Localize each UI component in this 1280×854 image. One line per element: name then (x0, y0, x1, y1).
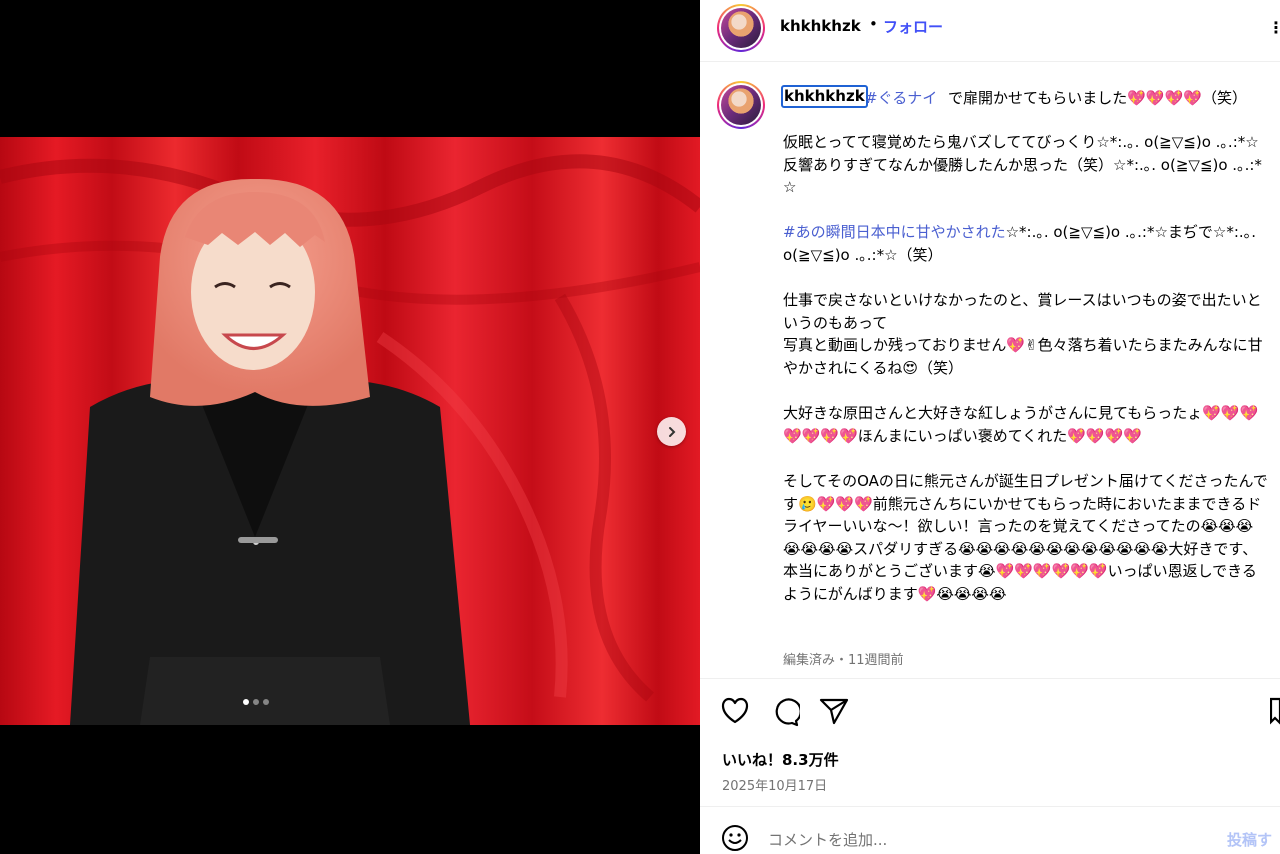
post-header: khkhkhzk • フォロー ⋮ (700, 0, 1280, 62)
comment-icon[interactable] (770, 697, 802, 731)
caption-paragraph: 大好きな原田さんと大好きな紅しょうがさんに見てもらったょ💖💖💖💖💖💖💖ほんまにい… (783, 404, 1259, 445)
carousel-dots (243, 699, 269, 705)
post-media (0, 0, 700, 854)
comment-bar: 投稿す (700, 808, 1280, 854)
chevron-right-icon (668, 426, 675, 437)
bookmark-icon[interactable] (1269, 697, 1280, 729)
header-separator: • (869, 15, 878, 33)
post-side-panel: khkhkhzk • フォロー ⋮ khkhkhzk #ぐるナイ で扉開かせても… (700, 0, 1280, 854)
carousel-dot[interactable] (263, 699, 269, 705)
caption-paragraph: 仮眠とってて寝覚めたら鬼バズしててびっくり☆*:.｡. o(≧▽≦)o .｡.:… (783, 133, 1262, 197)
emoji-icon[interactable] (721, 824, 749, 854)
caption-username[interactable]: khkhkhzk (781, 85, 868, 108)
post-photo[interactable] (0, 137, 700, 725)
caption-paragraph: 仕事で戻さないといけなかったのと、賞レースはいつもの姿で出たいというのもあって … (783, 291, 1263, 377)
more-dots-icon[interactable]: ⋮ (1268, 18, 1280, 37)
carousel-dot[interactable] (253, 699, 259, 705)
caption-hashtag[interactable]: #あの瞬間日本中に甘やかされた (783, 223, 1006, 241)
action-bar: いいね！8.3万件 2025年10月17日 (700, 678, 1280, 807)
photo-illustration (0, 137, 700, 725)
share-icon[interactable] (819, 697, 849, 729)
caption-area: khkhkhzk #ぐるナイ で扉開かせてもらいました💖💖💖💖（笑） 仮眠とって… (700, 63, 1280, 678)
heart-icon[interactable] (720, 697, 750, 729)
post-comment-button[interactable]: 投稿す (1227, 829, 1272, 850)
caption-first-line: で扉開かせてもらいました💖💖💖💖（笑） (948, 89, 1247, 107)
post-date: 2025年10月17日 (722, 779, 828, 794)
carousel-dot[interactable] (243, 699, 249, 705)
caption-meta: 編集済み・11週間前 (783, 653, 904, 668)
caption-body: 仮眠とってて寝覚めたら鬼バズしててびっくり☆*:.｡. o(≧▽≦)o .｡.:… (783, 131, 1269, 605)
caption-avatar[interactable] (717, 81, 765, 129)
next-slide-button[interactable] (657, 417, 686, 446)
header-username[interactable]: khkhkhzk (780, 17, 861, 35)
avatar[interactable] (717, 4, 765, 52)
comment-input[interactable] (768, 828, 1208, 852)
caption-paragraph: そしてそのOAの日に熊元さんが誕生日プレゼント届けてくださったんです🥲💖💖💖前熊… (783, 471, 1268, 603)
likes-count[interactable]: いいね！8.3万件 (722, 749, 839, 770)
caption-hashtag[interactable]: #ぐるナイ (865, 87, 937, 108)
follow-button[interactable]: フォロー (883, 16, 943, 37)
